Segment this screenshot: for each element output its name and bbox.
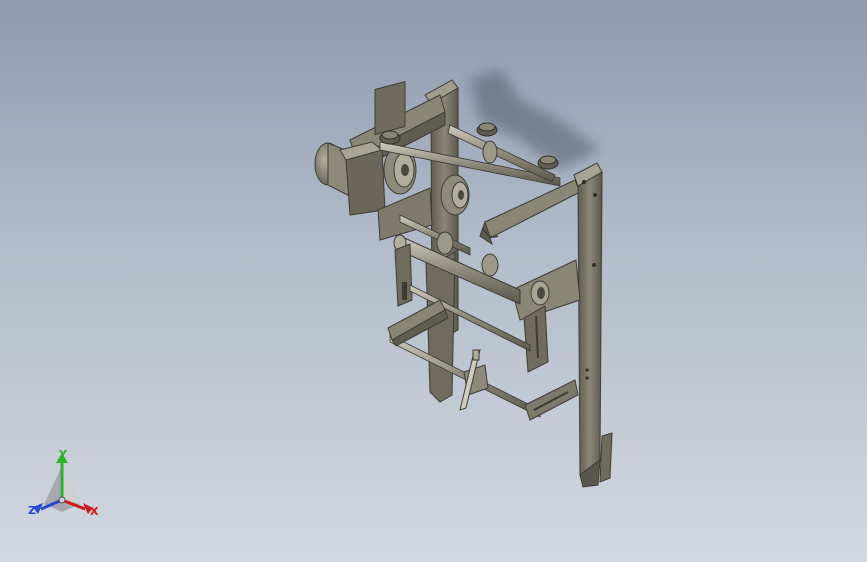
- lower-right-bracket: [524, 379, 579, 421]
- reference-triad[interactable]: Y Z X: [22, 446, 112, 526]
- pin-clamp: [459, 349, 489, 411]
- knob-3: [537, 155, 559, 170]
- assembly-model[interactable]: [0, 0, 867, 562]
- right-cross-bracket: [479, 179, 581, 246]
- right-side-frame: [573, 162, 613, 488]
- z-axis-label: Z: [28, 504, 36, 517]
- graphics-viewport[interactable]: Y Z X: [0, 0, 867, 562]
- knob-2: [476, 122, 498, 137]
- slotted-rail-right: [523, 305, 549, 373]
- y-axis-label: Y: [59, 448, 67, 461]
- x-axis-label: X: [90, 505, 99, 518]
- upper-pulley-right: [440, 174, 470, 216]
- slotted-rail-left: [394, 243, 413, 307]
- knob-1: [379, 130, 401, 145]
